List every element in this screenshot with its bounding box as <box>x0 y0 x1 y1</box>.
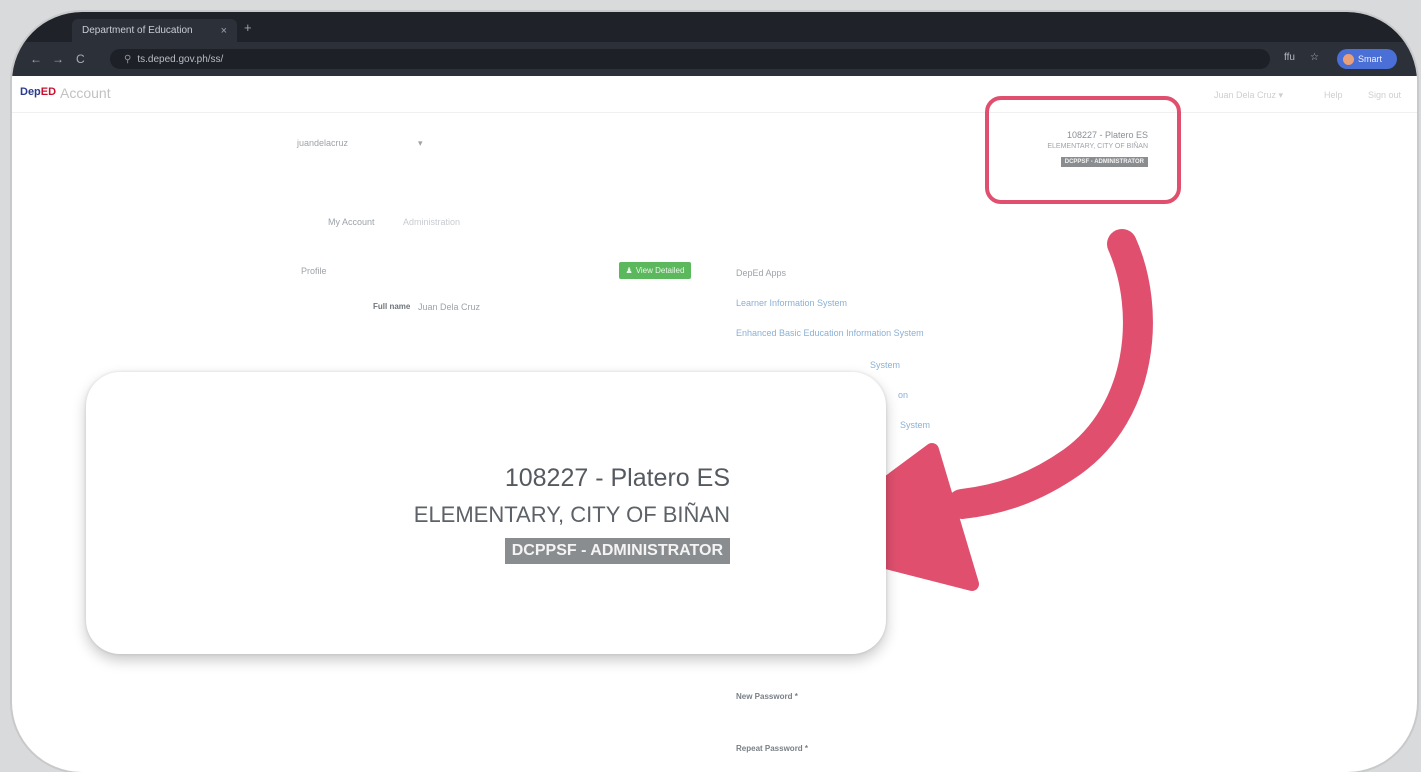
screenshot-frame: Department of Education × + ← → C ⚲ ts.d… <box>12 12 1417 772</box>
school-district: ELEMENTARY, CITY OF BIÑAN <box>413 502 730 527</box>
school-info-zoomed: 108227 - Platero ES ELEMENTARY, CITY OF … <box>414 464 730 564</box>
role-badge: DCPPSF - ADMINISTRATOR <box>504 538 730 564</box>
zoom-callout-card: 108227 - Platero ES ELEMENTARY, CITY OF … <box>86 372 886 654</box>
school-id-name: 108227 - Platero ES <box>504 464 730 492</box>
